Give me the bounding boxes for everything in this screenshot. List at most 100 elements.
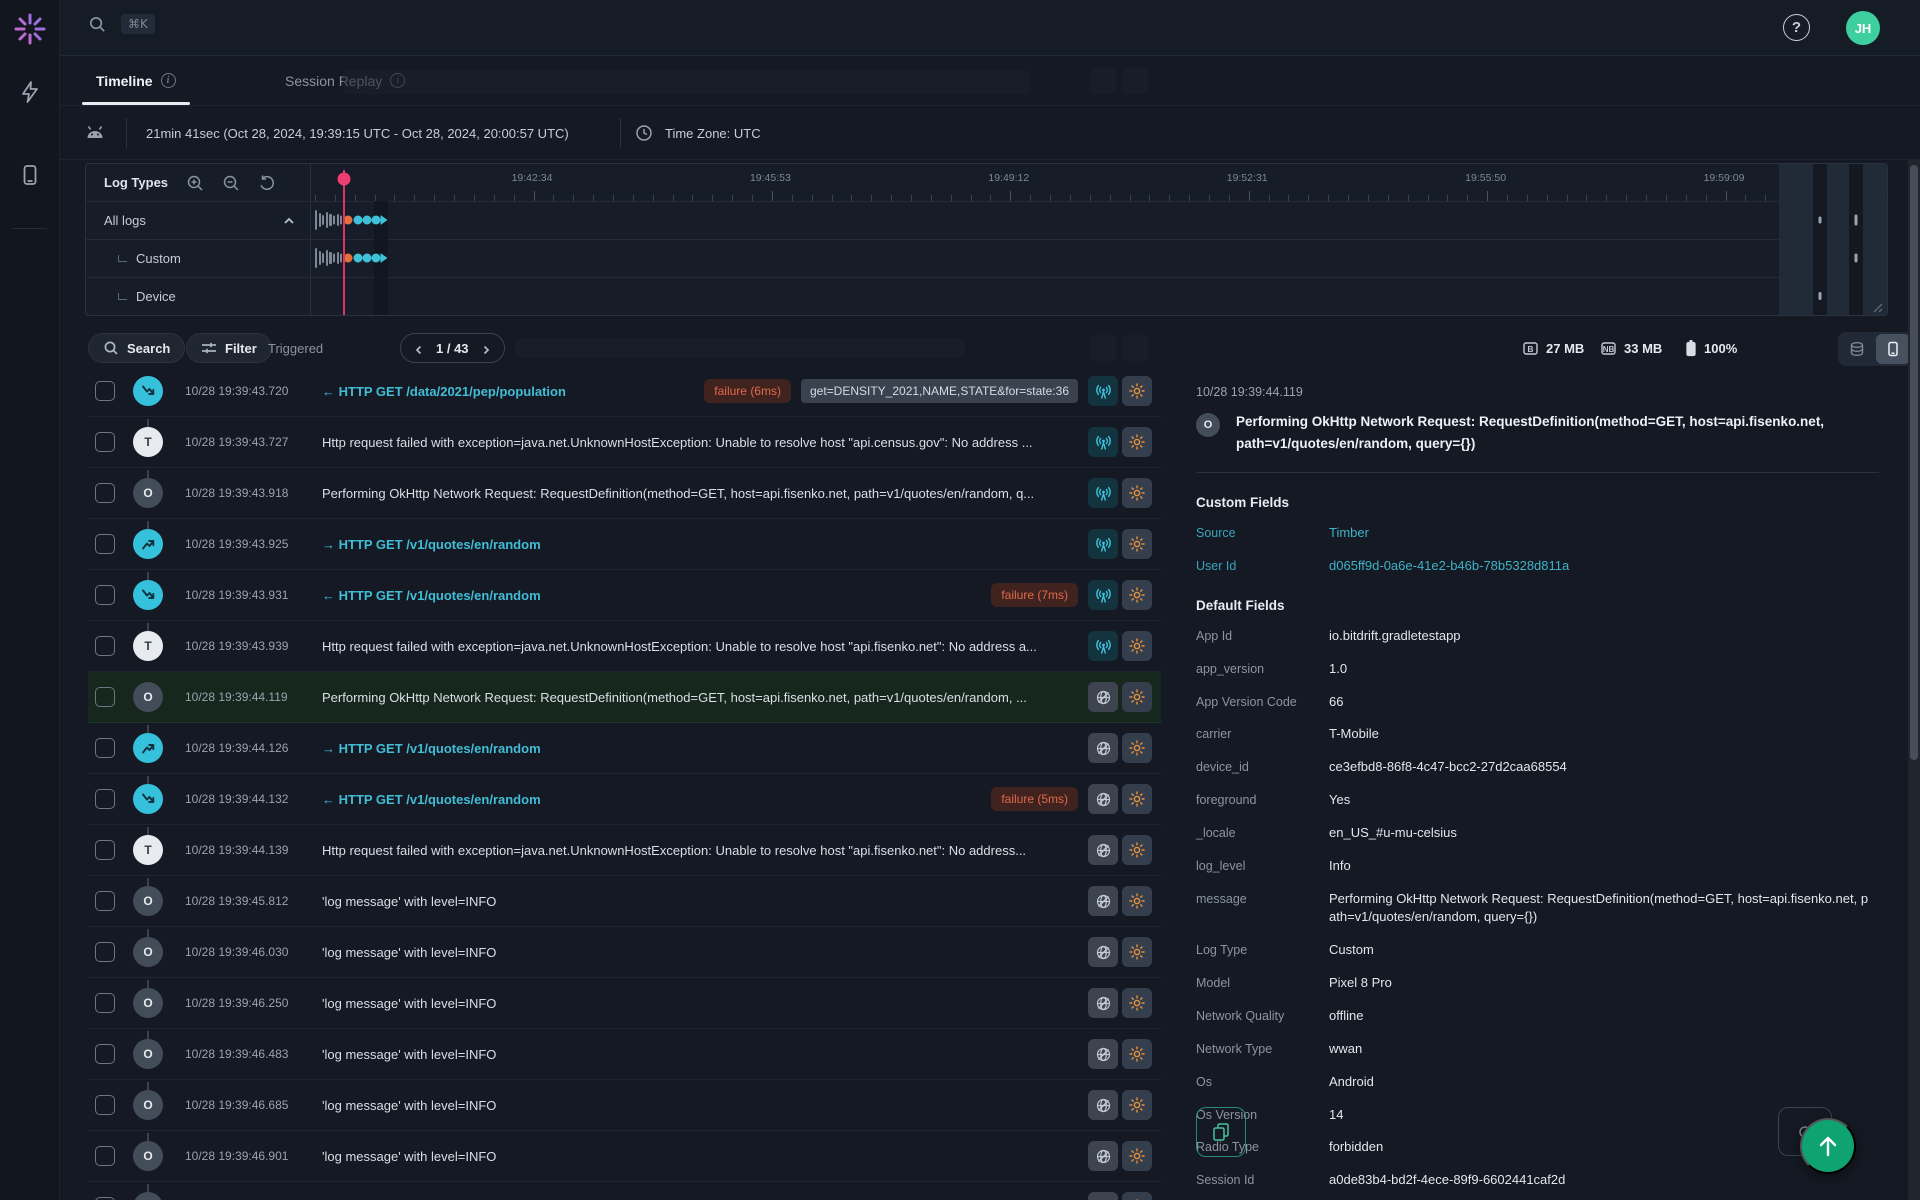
globe-offline-icon[interactable] <box>1088 1141 1118 1171</box>
field-value[interactable]: a0de83b4-bd2f-4ece-89f9-6602441caf2d <box>1329 1171 1565 1190</box>
field-value[interactable]: Custom <box>1329 941 1374 960</box>
field-value[interactable]: Performing OkHttp Network Request: Reque… <box>1329 890 1875 928</box>
global-search[interactable]: ⌘K <box>88 14 155 34</box>
log-type-device[interactable]: Device <box>86 277 311 315</box>
field-value[interactable]: io.bitdrift.gradletestapp <box>1329 627 1461 646</box>
row-checkbox[interactable] <box>95 1095 115 1115</box>
cell-antenna-icon[interactable] <box>1088 580 1118 610</box>
reset-zoom-icon[interactable] <box>258 174 276 192</box>
event-dot[interactable] <box>371 253 381 263</box>
brightness-icon[interactable] <box>1122 478 1152 508</box>
event-dot[interactable] <box>362 215 372 225</box>
brightness-icon[interactable] <box>1122 1039 1152 1069</box>
cell-antenna-icon[interactable] <box>1088 376 1118 406</box>
brightness-icon[interactable] <box>1122 682 1152 712</box>
row-checkbox[interactable] <box>95 891 115 911</box>
timeline-track-area[interactable]: 19:42:34 19:45:53 19:49:12 19:52:31 19:55:50… <box>311 164 1887 315</box>
log-row[interactable]: 10/28 19:39:44.126 → HTTP GET /v1/quotes… <box>88 723 1161 792</box>
event-dot[interactable] <box>371 215 381 225</box>
chevron-up-icon[interactable] <box>283 215 295 227</box>
brightness-icon[interactable] <box>1122 631 1152 661</box>
log-row[interactable]: O 10/28 19:39:46.901 'log message' with … <box>88 1131 1161 1200</box>
device-phone-icon[interactable] <box>18 163 42 187</box>
row-checkbox[interactable] <box>95 1044 115 1064</box>
row-checkbox[interactable] <box>95 585 115 605</box>
log-type-all-logs[interactable]: All logs <box>86 201 311 239</box>
timeline-info-icon[interactable]: i <box>160 73 176 88</box>
event-dot[interactable] <box>353 253 363 263</box>
log-row[interactable]: O 10/28 19:39:46.685 'log message' with … <box>88 1080 1161 1149</box>
log-list[interactable]: 10/28 19:39:43.720 ← HTTP GET /data/2021… <box>88 366 1161 1200</box>
log-type-custom[interactable]: Custom <box>86 239 311 277</box>
row-checkbox[interactable] <box>95 636 115 656</box>
log-row[interactable]: O 10/28 19:39:45.812 'log message' with … <box>88 876 1161 945</box>
copy-fields-button[interactable] <box>1196 1107 1246 1157</box>
row-checkbox[interactable] <box>95 738 115 758</box>
playhead-handle[interactable] <box>337 172 351 186</box>
log-row[interactable]: O 10/28 19:39:46.250 'log message' with … <box>88 978 1161 1047</box>
globe-offline-icon[interactable] <box>1088 937 1118 967</box>
field-value[interactable]: offline <box>1329 1007 1363 1026</box>
globe-offline-icon[interactable] <box>1088 886 1118 916</box>
brightness-icon[interactable] <box>1122 376 1152 406</box>
row-checkbox[interactable] <box>95 483 115 503</box>
brightness-icon[interactable] <box>1122 529 1152 559</box>
log-row[interactable]: 10/28 19:39:43.720 ← HTTP GET /data/2021… <box>88 366 1161 435</box>
log-row[interactable]: 10/28 19:39:44.132 ← HTTP GET /v1/quotes… <box>88 774 1161 843</box>
help-button[interactable]: ? <box>1783 14 1810 41</box>
cell-antenna-icon[interactable] <box>1088 427 1118 457</box>
brightness-icon[interactable] <box>1122 1141 1152 1171</box>
events-lightning-icon[interactable] <box>18 80 42 104</box>
field-value[interactable]: wwan <box>1329 1040 1362 1059</box>
row-checkbox[interactable] <box>95 789 115 809</box>
log-row[interactable]: 10/28 19:39:43.925 → HTTP GET /v1/quotes… <box>88 519 1161 588</box>
brightness-icon[interactable] <box>1122 937 1152 967</box>
field-value[interactable]: d065ff9d-0a6e-41e2-b46b-78b5328d811a <box>1329 557 1569 576</box>
row-checkbox[interactable] <box>95 840 115 860</box>
row-checkbox[interactable] <box>95 381 115 401</box>
brightness-icon[interactable] <box>1122 784 1152 814</box>
search-button[interactable]: Search <box>88 333 186 363</box>
filter-button[interactable]: Filter <box>186 333 272 363</box>
log-row[interactable]: O 10/28 19:39:44.119 Performing OkHttp N… <box>88 672 1161 741</box>
brightness-icon[interactable] <box>1122 733 1152 763</box>
data-view-button[interactable] <box>1840 334 1874 364</box>
log-row[interactable]: T 10/28 19:39:43.939 Http request failed… <box>88 621 1161 690</box>
field-value[interactable]: Timber <box>1329 524 1369 543</box>
tab-timeline[interactable]: Timeline i <box>82 56 190 105</box>
globe-offline-icon[interactable] <box>1088 1090 1118 1120</box>
row-checkbox[interactable] <box>95 534 115 554</box>
globe-offline-icon[interactable] <box>1088 835 1118 865</box>
row-checkbox[interactable] <box>95 687 115 707</box>
globe-offline-icon[interactable] <box>1088 988 1118 1018</box>
scroll-to-top-button[interactable] <box>1800 1118 1856 1174</box>
field-value[interactable]: forbidden <box>1329 1138 1383 1157</box>
field-value[interactable]: Yes <box>1329 791 1350 810</box>
cell-antenna-icon[interactable] <box>1088 529 1118 559</box>
field-value[interactable]: 1.0 <box>1329 660 1347 679</box>
bitdrift-logo-icon[interactable] <box>13 12 47 46</box>
cell-antenna-icon[interactable] <box>1088 631 1118 661</box>
globe-offline-icon[interactable] <box>1088 733 1118 763</box>
brightness-icon[interactable] <box>1122 427 1152 457</box>
log-row[interactable]: O 10/28 19:39:43.918 Performing OkHttp N… <box>88 468 1161 537</box>
zoom-in-icon[interactable] <box>186 174 204 192</box>
log-row[interactable]: O 10/28 19:39:4 'log message' with level… <box>88 1182 1161 1200</box>
event-dot[interactable] <box>353 215 363 225</box>
field-value[interactable]: ce3efbd8-86f8-4c47-bcc2-27d2caa68554 <box>1329 758 1567 777</box>
event-dot[interactable] <box>362 253 372 263</box>
log-row[interactable]: T 10/28 19:39:43.727 Http request failed… <box>88 417 1161 486</box>
globe-offline-icon[interactable] <box>1088 1039 1118 1069</box>
row-checkbox[interactable] <box>95 993 115 1013</box>
playhead-line[interactable] <box>343 170 345 315</box>
log-row[interactable]: T 10/28 19:39:44.139 Http request failed… <box>88 825 1161 894</box>
brightness-icon[interactable] <box>1122 1090 1152 1120</box>
field-value[interactable]: en_US_#u-mu-celsius <box>1329 824 1457 843</box>
brightness-icon[interactable] <box>1122 1192 1152 1200</box>
globe-offline-icon[interactable] <box>1088 1192 1118 1200</box>
zoom-out-icon[interactable] <box>222 174 240 192</box>
brightness-icon[interactable] <box>1122 580 1152 610</box>
globe-offline-icon[interactable] <box>1088 682 1118 712</box>
field-value[interactable]: 14 <box>1329 1106 1343 1125</box>
user-avatar[interactable]: JH <box>1846 11 1880 45</box>
